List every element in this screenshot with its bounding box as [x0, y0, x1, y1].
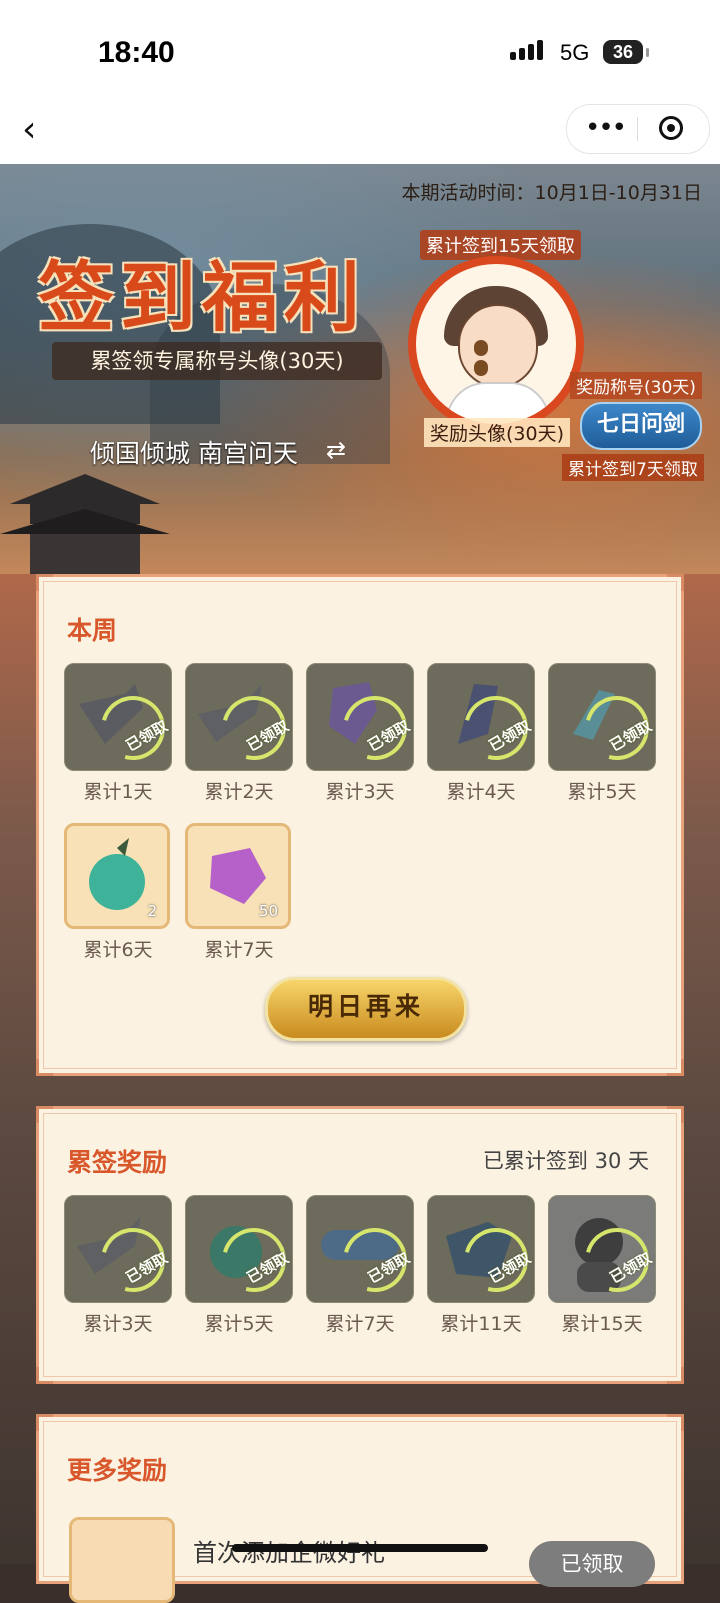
home-indicator — [232, 1544, 488, 1552]
reward-day-label: 累计7天 — [204, 939, 274, 961]
reward-day-label: 累计3天 — [325, 781, 395, 803]
corner-ornament — [667, 1414, 684, 1431]
week-reward-item[interactable]: 已领取 累计2天 — [185, 663, 293, 804]
reward-tile: 已领取 — [306, 663, 414, 771]
corner-ornament — [36, 574, 53, 591]
corner-ornament — [36, 1059, 53, 1076]
swap-icon[interactable]: ⇄ — [326, 436, 346, 464]
week-reward-item[interactable]: 50 累计7天 — [185, 823, 293, 962]
reward-tile: 已领取 — [306, 1195, 414, 1303]
week-reward-item[interactable]: 2 累计6天 — [64, 823, 172, 962]
reward-day-label: 累计7天 — [325, 1313, 395, 1335]
status-bar: 18:40 5G 36 — [0, 0, 720, 100]
activity-period: 本期活动时间：10月1日-10月31日 — [401, 182, 702, 204]
week-reward-item[interactable]: 已领取 累计1天 — [64, 663, 172, 804]
more-dots-icon[interactable]: ••• — [585, 113, 627, 143]
reward-quantity: 2 — [147, 902, 157, 920]
corner-ornament — [667, 1367, 684, 1384]
corner-ornament — [36, 1106, 53, 1123]
reward-day-label: 累计4天 — [446, 781, 516, 803]
reward-tile: 已领取 — [427, 663, 535, 771]
status-time: 18:40 — [98, 36, 175, 69]
reward-day-label: 累计6天 — [83, 939, 153, 961]
week-title: 本周 — [67, 616, 118, 645]
battery-icon: 36 — [603, 40, 649, 64]
reward-tile: 已领取 — [64, 663, 172, 771]
more-rewards-card: 更多奖励 首次添加企微好礼 已领取 — [36, 1414, 684, 1603]
avatar-eyes — [474, 340, 522, 376]
signal-icon — [510, 40, 546, 60]
reward-tile: 已领取 — [427, 1195, 535, 1303]
target-circle-icon[interactable] — [659, 116, 683, 140]
character-name: 倾国倾城 南宫问天 — [90, 439, 298, 468]
reward-day-label: 累计1天 — [83, 781, 153, 803]
reward-quantity: 50 — [258, 902, 278, 920]
pavilion-illustration — [0, 474, 170, 574]
title-claim-label: 累计签到7天领取 — [562, 454, 704, 481]
claimed-button[interactable]: 已领取 — [529, 1541, 655, 1587]
cumulative-reward-item[interactable]: 已领取 累计11天 — [427, 1195, 535, 1336]
cumulative-card: 累签奖励 已累计签到 30 天 已领取 累计3天 已领取 累计5天 已领取 累计… — [36, 1106, 684, 1384]
week-reward-item[interactable]: 已领取 累计5天 — [548, 663, 656, 804]
reward-tile: 已领取 — [64, 1195, 172, 1303]
reward-tile: 2 — [64, 823, 170, 929]
corner-ornament — [667, 574, 684, 591]
network-type: 5G — [560, 40, 590, 65]
more-rewards-title: 更多奖励 — [67, 1456, 168, 1485]
corner-ornament — [667, 1059, 684, 1076]
reward-day-label: 累计2天 — [204, 781, 274, 803]
cumulative-summary: 已累计签到 30 天 — [482, 1149, 649, 1173]
corner-ornament — [667, 1106, 684, 1123]
week-reward-item[interactable]: 已领取 累计4天 — [427, 663, 535, 804]
banner-subtitle: 累签领专属称号头像(30天) — [52, 342, 382, 380]
cumulative-reward-item[interactable]: 已领取 累计15天 — [548, 1195, 656, 1336]
chevron-left-icon[interactable]: ‹ — [22, 112, 36, 148]
title-reward-label: 奖励称号(30天) — [570, 372, 702, 399]
reward-tile: 已领取 — [548, 663, 656, 771]
capsule-divider — [637, 117, 638, 141]
cumulative-title: 累签奖励 — [67, 1148, 168, 1177]
reward-tile: 已领取 — [548, 1195, 656, 1303]
hero-banner: 本期活动时间：10月1日-10月31日 签到福利 累签领专属称号头像(30天) … — [0, 164, 720, 574]
cumulative-reward-item[interactable]: 已领取 累计3天 — [64, 1195, 172, 1336]
reward-tile: 已领取 — [185, 663, 293, 771]
come-tomorrow-button[interactable]: 明日再来 — [265, 977, 467, 1041]
cumulative-reward-item[interactable]: 已领取 累计5天 — [185, 1195, 293, 1336]
reward-avatar — [408, 256, 584, 432]
reward-tile: 已领取 — [185, 1195, 293, 1303]
cumulative-reward-item[interactable]: 已领取 累计7天 — [306, 1195, 414, 1336]
mini-program-capsule: ••• — [566, 104, 710, 154]
gift-icon — [69, 1517, 175, 1603]
corner-ornament — [36, 1414, 53, 1431]
reward-day-label: 累计11天 — [440, 1313, 522, 1335]
corner-ornament — [36, 1367, 53, 1384]
week-card: 本周 已领取 累计1天 已领取 累计2天 已领取 累计3天 已领取 累计4天 已… — [36, 574, 684, 1076]
week-reward-item[interactable]: 已领取 累计3天 — [306, 663, 414, 804]
reward-day-label: 累计3天 — [83, 1313, 153, 1335]
page-title: 签到福利 — [38, 253, 366, 342]
nav-bar: ‹ ••• — [0, 100, 720, 164]
reward-day-label: 累计5天 — [204, 1313, 274, 1335]
reward-day-label: 累计15天 — [561, 1313, 643, 1335]
avatar-reward-label: 奖励头像(30天) — [424, 418, 571, 447]
reward-day-label: 累计5天 — [567, 781, 637, 803]
reward-tile: 50 — [185, 823, 291, 929]
title-badge: 七日问剑 — [580, 402, 702, 450]
